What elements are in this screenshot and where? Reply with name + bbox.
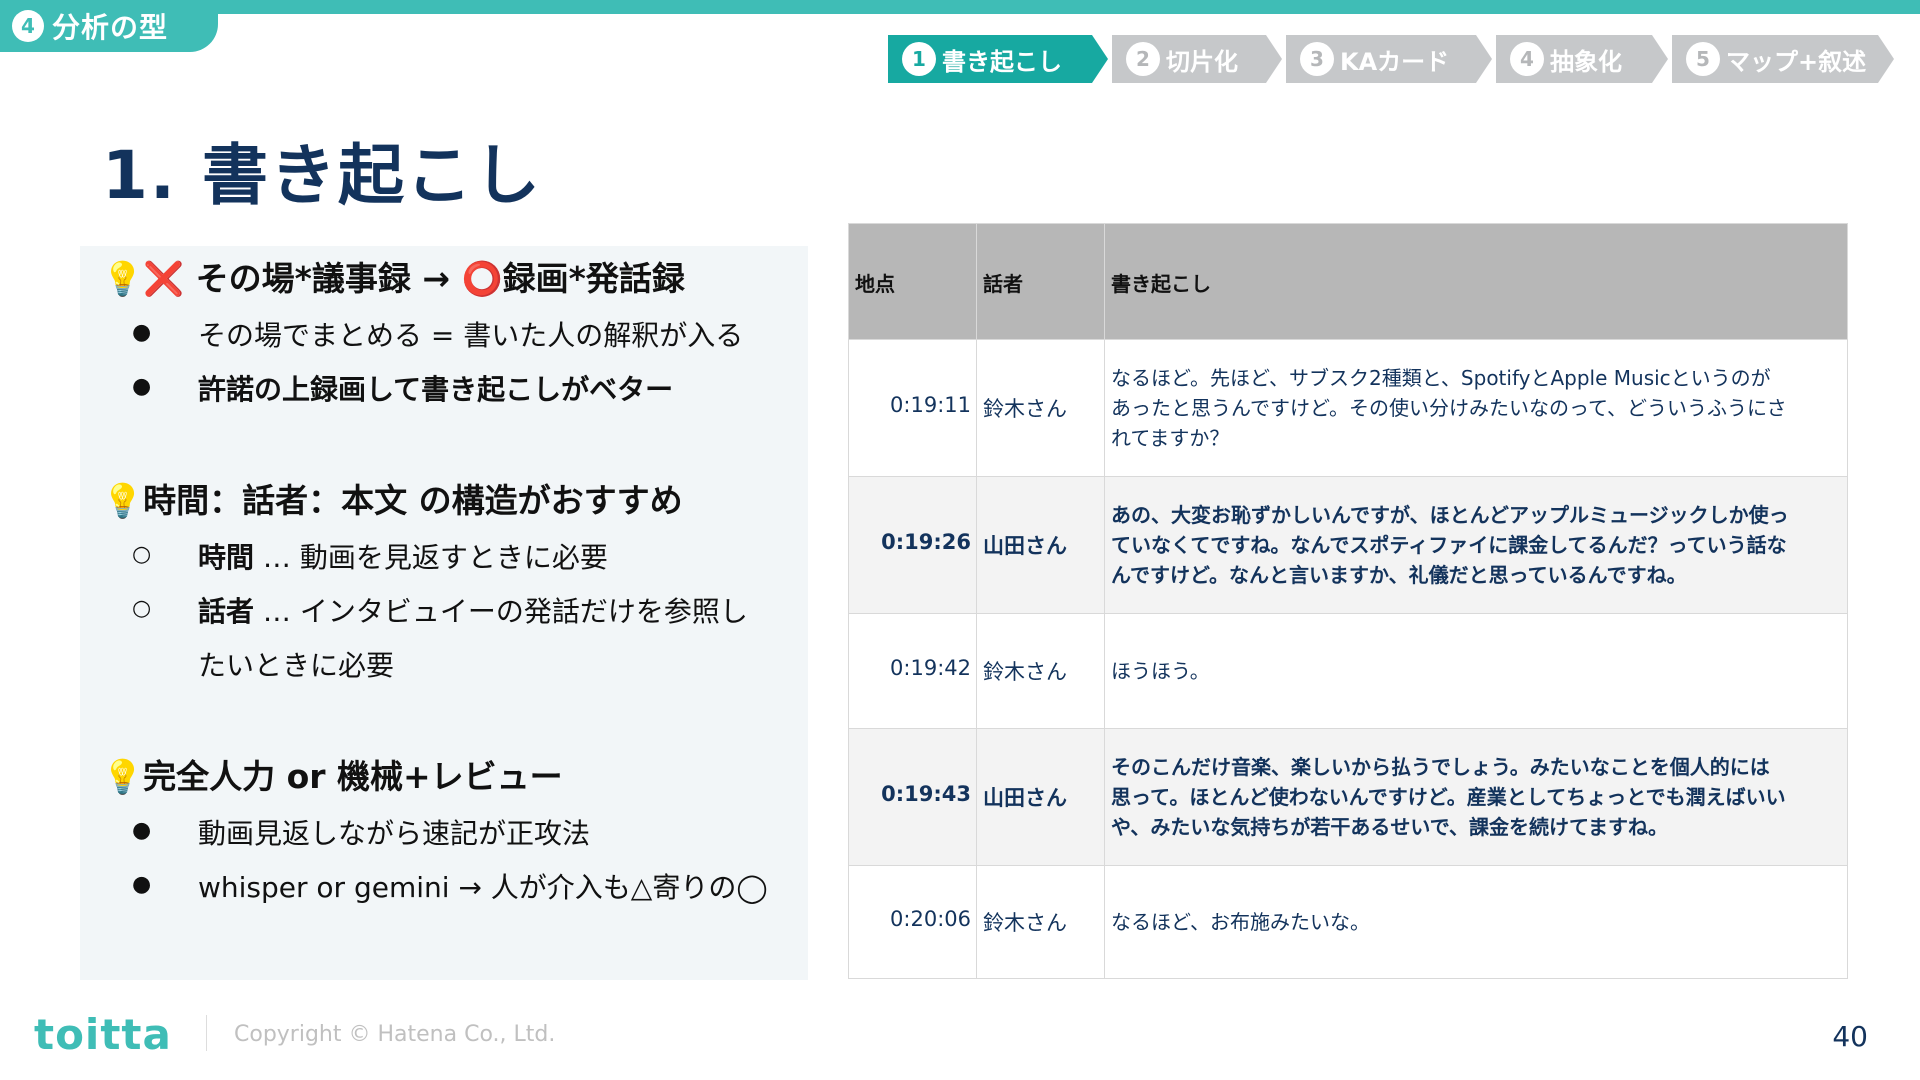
copyright-text: Copyright © Hatena Co., Ltd. [234,1022,556,1047]
bullet-text: 許諾の上録画して書き起こしがベター [198,373,674,406]
page-number: 40 [1832,1020,1868,1053]
bullet-text: 時間 … 動画を見返すときに必要 [198,536,608,576]
bullet-circle: ○ [132,596,152,621]
speaker-cell: 鈴木さん [983,660,1067,684]
table-row: 0:19:42 鈴木さん ほうほう。 [849,613,1847,728]
table-row: 0:19:43 山田さん そのこんだけ音楽、楽しいから払うでしょう。みたいなこと… [849,728,1847,865]
speaker-cell: 鈴木さん [983,911,1067,935]
column-divider [1104,224,1105,978]
step-5: 5 マップ+叙述 [1672,35,1894,83]
toitta-logo: toitta [34,1010,172,1059]
column-header-transcript: 書き起こし [1111,272,1211,296]
step-5-number: 5 [1686,42,1720,76]
transcript-line: なるほど、お布施みたいな。 [1111,910,1370,934]
transcript-table: 地点 話者 書き起こし 0:19:11 鈴木さん なるほど。先ほど、サブスク2種… [848,223,1848,979]
column-header-speaker: 話者 [983,272,1023,296]
step-4-label: 抽象化 [1550,47,1622,76]
table-row: 0:20:06 鈴木さん なるほど、お布施みたいな。 [849,865,1847,978]
transcript-line: んですけど。なんと言いますか、礼儀だと思っているんですね。 [1111,563,1687,587]
speaker-cell: 山田さん [983,534,1067,558]
bullet-text: 動画見返しながら速記が正攻法 [198,817,591,850]
step-2: 2 切片化 [1112,35,1282,83]
transcript-line: れてますか？ [1111,426,1230,450]
step-4-number: 4 [1510,42,1544,76]
transcript-line: あの、大変お恥ずかしいんですが、ほとんどアップルミュージックしか使っ [1111,503,1789,527]
step-progress: 1 書き起こし 2 切片化 3 KAカード 4 抽象化 5 マップ+叙述 [888,35,1910,83]
page-title: 1. 書き起こし [102,137,542,214]
column-divider [976,224,977,978]
transcript-line: ていなくてですね。なんでスポティファイに課金してるんだ？っていう話な [1111,533,1787,557]
notes-panel: 💡❌ その場*議事録 → ⭕録画*発話録 ● その場でまとめる = 書いた人の解… [80,246,808,980]
time-cell: 0:19:42 [890,656,971,680]
step-5-label: マップ+叙述 [1726,47,1867,76]
bullet-text: whisper or gemini → 人が介入も△寄りの◯ [198,871,768,904]
transcript-cell: なるほど。先ほど、サブスク2種類と、SpotifyとApple Musicという… [1111,363,1831,453]
footer-divider [206,1015,207,1051]
bullet-dot: ● [132,872,152,897]
top-accent-bar [0,0,1920,14]
heading-recording: 💡❌ その場*議事録 → ⭕録画*発話録 [102,259,685,298]
time-cell: 0:19:43 [881,782,971,806]
speaker-cell: 山田さん [983,786,1067,810]
section-label: 分析の型 [52,11,169,44]
column-header-time: 地点 [855,272,895,296]
step-4: 4 抽象化 [1496,35,1668,83]
bullet-dot: ● [132,818,152,843]
step-1-number: 1 [902,42,936,76]
speaker-cell: 鈴木さん [983,397,1067,421]
table-row: 0:19:26 山田さん あの、大変お恥ずかしいんですが、ほとんどアップルミュー… [849,476,1847,613]
step-3-number: 3 [1300,42,1334,76]
transcript-cell: そのこんだけ音楽、楽しいから払うでしょう。みたいなことを個人的には 思って。ほと… [1111,752,1831,842]
bullet-circle: ○ [132,542,152,567]
time-cell: 0:19:26 [881,530,971,554]
transcript-line: 思って。ほとんど使わないんですけど。産業としてちょっとでも潤えばいい [1111,785,1786,809]
transcript-cell: なるほど、お布施みたいな。 [1111,907,1831,937]
transcript-line: あったと思うんですけど。その使い分けみたいなのって、どういうふうにさ [1111,396,1787,420]
transcript-cell: ほうほう。 [1111,656,1831,686]
step-3: 3 KAカード [1286,35,1492,83]
step-2-label: 切片化 [1166,47,1238,76]
step-3-label: KAカード [1340,47,1450,76]
step-1-label: 書き起こし [942,47,1062,76]
step-1: 1 書き起こし [888,35,1108,83]
bullet-text: 話者 … インタビュイーの発話だけを参照し [198,590,748,630]
section-number: 4 [12,10,44,42]
table-header: 地点 話者 書き起こし [849,224,1847,339]
bullet-rest: … インタビュイーの発話だけを参照し [254,595,748,628]
heading-method: 💡完全人力 or 機械+レビュー [102,757,563,796]
step-2-number: 2 [1126,42,1160,76]
bullet-text: その場でまとめる = 書いた人の解釈が入る [198,319,744,352]
time-cell: 0:20:06 [890,907,971,931]
section-tab: 4 分析の型 [0,0,218,52]
bullet-dot: ● [132,320,152,345]
transcript-cell: あの、大変お恥ずかしいんですが、ほとんどアップルミュージックしか使っ ていなくて… [1111,500,1831,590]
transcript-line: や、みたいな気持ちが若干あるせいで、課金を続けてますね。 [1111,815,1668,839]
heading-structure: 💡時間：話者：本文 の構造がおすすめ [102,481,683,520]
bullet-strong: 話者 [198,595,255,628]
table-row: 0:19:11 鈴木さん なるほど。先ほど、サブスク2種類と、SpotifyとA… [849,339,1847,476]
bullet-strong: 時間 [198,541,255,574]
bullet-text-continued: たいときに必要 [198,649,395,682]
bullet-rest: … 動画を見返すときに必要 [254,541,608,574]
time-cell: 0:19:11 [890,393,971,417]
bullet-dot: ● [132,374,152,399]
transcript-line: なるほど。先ほど、サブスク2種類と、SpotifyとApple Musicという… [1111,366,1771,390]
transcript-line: そのこんだけ音楽、楽しいから払うでしょう。みたいなことを個人的には [1111,755,1770,779]
transcript-line: ほうほう。 [1111,659,1210,683]
